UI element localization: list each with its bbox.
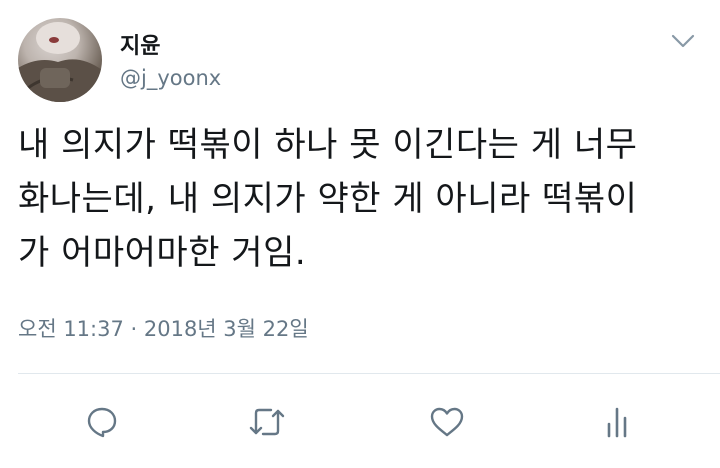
analytics-icon xyxy=(607,407,627,438)
like-button[interactable] xyxy=(425,400,469,444)
like-icon xyxy=(430,407,464,437)
tweet-text-line: 가 어마어마한 거임. xyxy=(18,233,307,273)
user-handle[interactable]: @j_yoonx xyxy=(120,66,221,90)
display-name[interactable]: 지윤 xyxy=(120,28,160,60)
reply-icon xyxy=(87,407,117,438)
avatar[interactable] xyxy=(18,18,102,102)
retweet-button[interactable] xyxy=(245,400,289,444)
chevron-down-icon[interactable] xyxy=(670,32,696,50)
tweet-timestamp[interactable]: 오전 11:37 · 2018년 3월 22일 xyxy=(18,313,309,343)
tweet-text: 내 의지가 떡볶이 하나 못 이긴다는 게 너무 화나는데, 내 의지가 약한 … xyxy=(18,118,708,280)
analytics-button[interactable] xyxy=(595,400,639,444)
reply-button[interactable] xyxy=(80,400,124,444)
tweet-text-line: 화나는데, 내 의지가 약한 게 아니라 떡볶이 xyxy=(18,179,638,219)
tweet-card: 지윤 @j_yoonx 내 의지가 떡볶이 하나 못 이긴다는 게 너무 화나는… xyxy=(0,0,720,468)
divider xyxy=(18,373,720,374)
retweet-icon xyxy=(249,408,285,436)
tweet-text-line: 내 의지가 떡볶이 하나 못 이긴다는 게 너무 xyxy=(18,125,638,165)
